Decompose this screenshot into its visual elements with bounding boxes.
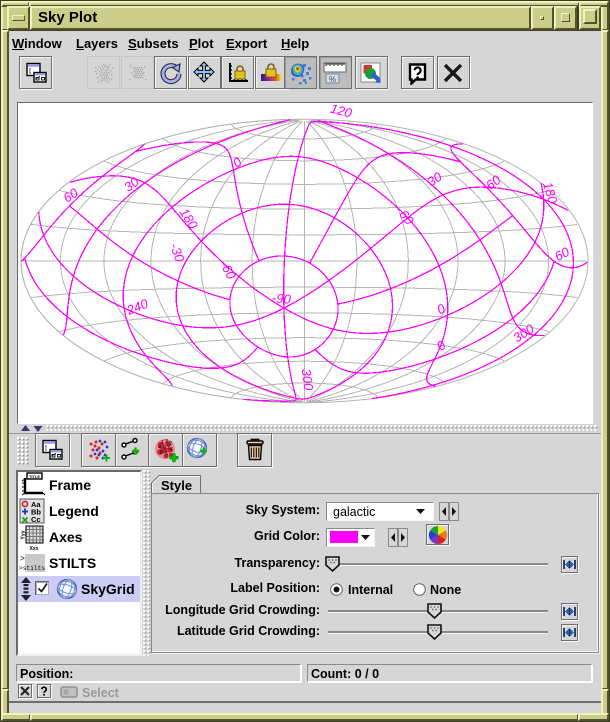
svg-text:-90: -90 (271, 290, 292, 307)
svg-text:-60: -60 (217, 258, 239, 282)
svg-text:60: 60 (483, 172, 504, 193)
svg-text:300: 300 (299, 368, 317, 392)
svg-text:0: 0 (230, 154, 246, 171)
svg-text:0: 0 (433, 337, 449, 354)
svg-text:240: 240 (124, 296, 151, 319)
svg-text:60: 60 (60, 185, 81, 206)
svg-text:6: 6 (170, 447, 173, 453)
svg-text:180: 180 (540, 180, 561, 206)
svg-text:>stilts: >stilts (19, 565, 45, 572)
svg-text:5: 5 (165, 451, 168, 457)
svg-text:180: 180 (177, 205, 202, 232)
svg-text:>: > (20, 555, 25, 564)
svg-text:TITLE: TITLE (29, 474, 40, 479)
svg-text:%: % (329, 75, 336, 84)
svg-text:120: 120 (329, 103, 355, 121)
svg-text:8: 8 (160, 450, 163, 456)
svg-text:Yyy: Yyy (21, 530, 27, 539)
